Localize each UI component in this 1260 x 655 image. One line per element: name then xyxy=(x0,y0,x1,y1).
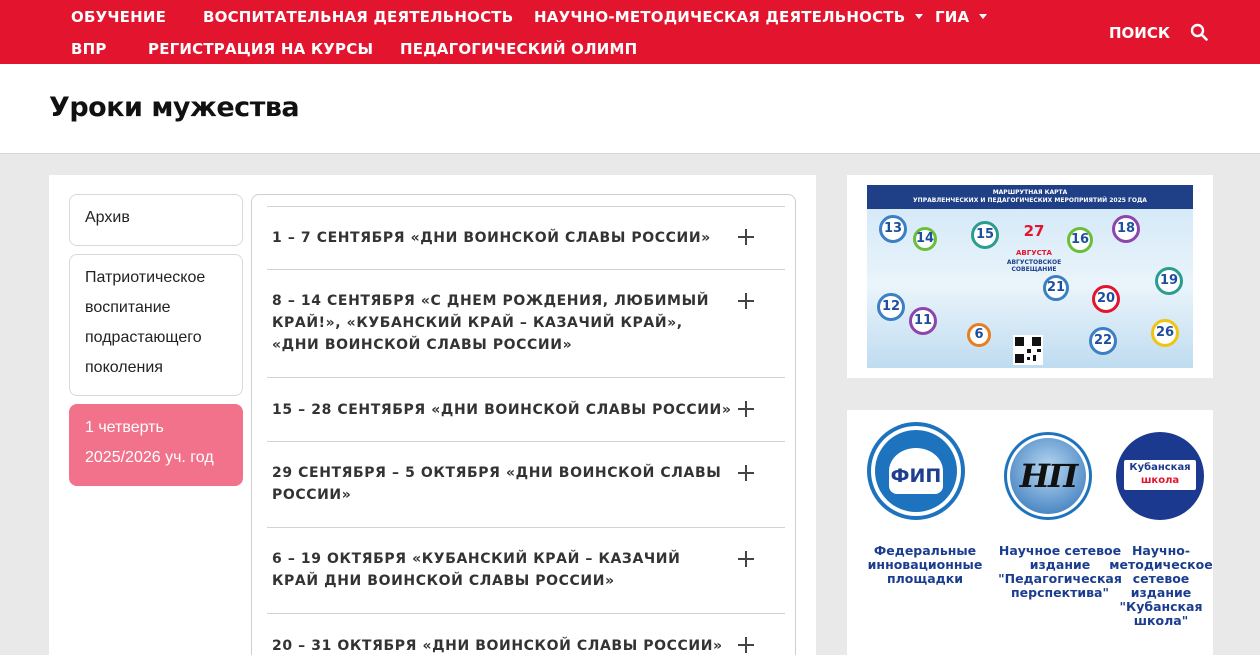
aug-day: 27 xyxy=(1023,222,1045,240)
np-logo-text: НП xyxy=(1019,457,1078,495)
sidebar-item-quarter-1[interactable]: 1 четверть 2025/2026 уч. год xyxy=(69,404,243,486)
accordion-divider xyxy=(267,527,785,528)
np-caption-link[interactable]: Научное сетевое издание "Педагогическая … xyxy=(995,544,1125,600)
search-label[interactable]: ПОИСК xyxy=(1109,24,1170,42)
date-bubble: 20 xyxy=(1092,285,1120,313)
plus-icon[interactable] xyxy=(738,401,754,417)
fip-logo[interactable]: ФИП xyxy=(867,422,965,520)
date-bubble: 15 xyxy=(971,221,999,249)
accordion-item-title[interactable]: 15 – 28 сентября «Дни воинской славы Рос… xyxy=(272,399,732,421)
accordion-divider xyxy=(267,269,785,270)
kubanskaya-shkola-logo[interactable]: Кубанская школа xyxy=(1116,432,1204,520)
accordion-item-title[interactable]: 6 – 19 октября «Кубанский край – казачий… xyxy=(272,548,732,592)
fip-caption-link[interactable]: Федеральные инновационные площадки xyxy=(865,544,985,586)
publications-card: ФИП НП Кубанская школа Федеральные иннов… xyxy=(847,410,1213,655)
date-bubble: 11 xyxy=(909,307,937,335)
date-bubble: 22 xyxy=(1089,327,1117,355)
date-bubble: 16 xyxy=(1067,227,1093,253)
caret-down-icon xyxy=(979,14,988,19)
kubanskaya-shkola-logo-text: Кубанская xyxy=(1129,462,1191,473)
accordion-divider xyxy=(267,613,785,614)
date-bubble: 14 xyxy=(913,227,937,251)
date-bubble: 19 xyxy=(1155,267,1183,295)
nav-item-label: ПЕДАГОГИЧЕСКИЙ ОЛИМП xyxy=(400,40,638,58)
sidebar-item-patriotic[interactable]: Патриотическое воспитание подрастающего … xyxy=(69,254,243,396)
nav-item-label: ВОСПИТАТЕЛЬНАЯ ДЕЯТЕЛЬНОСТЬ xyxy=(203,8,514,26)
nav-item-label: НАУЧНО-МЕТОДИЧЕСКАЯ ДЕЯТЕЛЬНОСТЬ xyxy=(534,8,906,26)
fip-logo-text: ФИП xyxy=(889,448,943,494)
nav-item-label: ВПР xyxy=(71,40,107,58)
accordion-item-title[interactable]: 1 – 7 сентября «Дни воинской славы Росси… xyxy=(272,227,732,249)
title-band: Уроки мужества xyxy=(0,64,1260,154)
top-navigation: ОБУЧЕНИЕ ВОСПИТАТЕЛЬНАЯ ДЕЯТЕЛЬНОСТЬ НАУ… xyxy=(0,0,1260,64)
accordion-divider xyxy=(267,206,785,207)
nav-item-olimp[interactable]: ПЕДАГОГИЧЕСКИЙ ОЛИМП xyxy=(400,40,637,58)
sidebar-item-label: 1 четверть 2025/2026 уч. год xyxy=(85,419,214,466)
august-meeting-label: 27 АВГУСТА АВГУСТОВСКОЕ СОВЕЩАНИЕ xyxy=(1005,221,1063,273)
nav-item-vospitatelnaya[interactable]: ВОСПИТАТЕЛЬНАЯ ДЕЯТЕЛЬНОСТЬ xyxy=(203,8,513,26)
qr-code-icon xyxy=(1013,335,1043,365)
nav-item-label: ГИА xyxy=(935,8,970,26)
nav-item-vpr[interactable]: ВПР xyxy=(71,40,107,58)
search-icon[interactable] xyxy=(1190,23,1208,41)
nav-item-label: РЕГИСТРАЦИЯ НА КУРСЫ xyxy=(148,40,374,58)
np-logo[interactable]: НП xyxy=(1004,432,1092,520)
plus-icon[interactable] xyxy=(738,229,754,245)
caret-down-icon xyxy=(915,14,924,19)
nav-item-obuchenie[interactable]: ОБУЧЕНИЕ xyxy=(71,8,166,26)
date-bubble: 6 xyxy=(967,323,991,347)
date-bubble: 13 xyxy=(879,215,907,243)
main-content-card: Архив Патриотическое воспитание подраста… xyxy=(49,175,816,655)
nav-item-nauchno-metodicheskaya[interactable]: НАУЧНО-МЕТОДИЧЕСКАЯ ДЕЯТЕЛЬНОСТЬ xyxy=(534,8,924,26)
accordion-item-title[interactable]: 8 – 14 сентября «С Днем рождения, любимы… xyxy=(272,290,732,356)
kubanskaya-shkola-logo-text: школа xyxy=(1140,475,1180,486)
plus-icon[interactable] xyxy=(738,637,754,653)
plus-icon[interactable] xyxy=(738,465,754,481)
route-map-banner-card: МАРШРУТНАЯ КАРТА УПРАВЛЕНЧЕСКИХ И ПЕДАГО… xyxy=(847,175,1213,378)
route-map-heading-line: УПРАВЛЕНЧЕСКИХ И ПЕДАГОГИЧЕСКИХ МЕРОПРИЯ… xyxy=(913,197,1147,204)
sidebar-item-archive[interactable]: Архив xyxy=(69,194,243,246)
date-bubble: 18 xyxy=(1112,215,1140,243)
route-map-heading: МАРШРУТНАЯ КАРТА УПРАВЛЕНЧЕСКИХ И ПЕДАГО… xyxy=(867,185,1193,209)
nav-item-label: ОБУЧЕНИЕ xyxy=(71,8,167,26)
page-title: Уроки мужества xyxy=(49,92,300,123)
sidebar-item-label: Архив xyxy=(85,209,130,226)
sidebar-item-label: Патриотическое воспитание подрастающего … xyxy=(85,269,206,376)
plus-icon[interactable] xyxy=(738,293,754,309)
aug-month: АВГУСТА xyxy=(1016,249,1052,257)
route-map-heading-line: МАРШРУТНАЯ КАРТА xyxy=(992,189,1068,196)
accordion-divider xyxy=(267,377,785,378)
date-bubble: 26 xyxy=(1151,319,1179,347)
nav-item-gia[interactable]: ГИА xyxy=(935,8,988,26)
date-bubble: 21 xyxy=(1043,275,1069,301)
aug-event: АВГУСТОВСКОЕ СОВЕЩАНИЕ xyxy=(1006,259,1062,273)
accordion-item-title[interactable]: 20 – 31 октября «Дни воинской славы Росс… xyxy=(272,635,732,655)
kubanskaya-shkola-caption-link[interactable]: Научно-методическое сетевое издание "Куб… xyxy=(1109,544,1213,628)
accordion-divider xyxy=(267,441,785,442)
nav-item-registraciya[interactable]: РЕГИСТРАЦИЯ НА КУРСЫ xyxy=(148,40,373,58)
accordion-item-title[interactable]: 29 сентября – 5 октября «Дни воинской сл… xyxy=(272,462,732,506)
accordion: 1 – 7 сентября «Дни воинской славы Росси… xyxy=(251,194,796,655)
plus-icon[interactable] xyxy=(738,551,754,567)
date-bubble: 12 xyxy=(877,293,905,321)
route-map-banner[interactable]: МАРШРУТНАЯ КАРТА УПРАВЛЕНЧЕСКИХ И ПЕДАГО… xyxy=(867,185,1193,368)
